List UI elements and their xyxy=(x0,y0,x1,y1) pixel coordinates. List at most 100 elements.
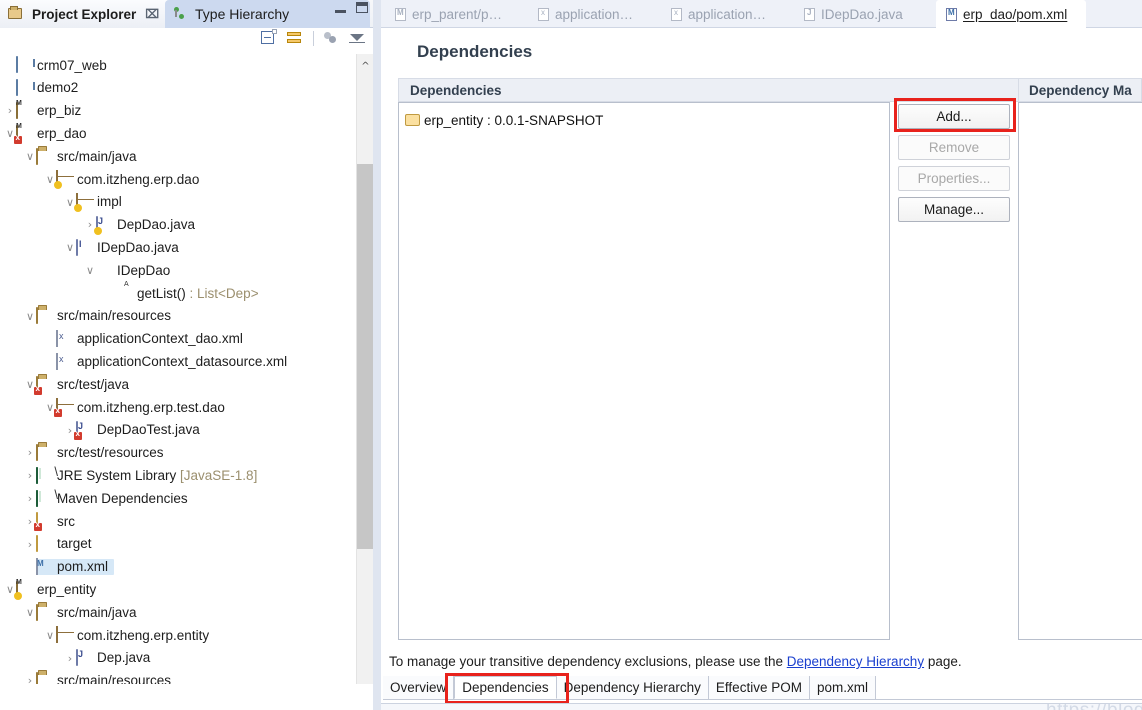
tree-item[interactable]: ›DepDaoTest.java xyxy=(0,419,356,442)
pane-splitter[interactable] xyxy=(373,0,381,710)
tree-item[interactable]: ∨erp_entity xyxy=(0,578,356,601)
manage-dependencies-button[interactable]: Manage... xyxy=(898,197,1010,222)
collapse-all-icon[interactable] xyxy=(261,29,278,47)
note-suffix: page. xyxy=(924,654,962,669)
tree-item[interactable]: ∨ IDepDao xyxy=(0,259,356,282)
editor-tab[interactable]: IDepDao.java xyxy=(794,0,920,28)
tree-item[interactable]: › Dep.java xyxy=(0,647,356,670)
scroll-up-arrow-icon[interactable]: ^ xyxy=(357,54,374,78)
tree-item[interactable]: crm07_web xyxy=(0,54,356,77)
tree-item[interactable]: ∨ src/main/java xyxy=(0,601,356,624)
tree-expand-arrow[interactable]: › xyxy=(24,470,36,481)
view-tab-label: Type Hierarchy xyxy=(195,6,290,22)
tree-item[interactable]: ›src xyxy=(0,510,356,533)
bottom-view-tabbar: https://blog.csdn.net/qq_44757034 Marker… xyxy=(381,703,1142,710)
eclipse-ide-window: Project Explorer ⌧ Type Hierarchy crm07_… xyxy=(0,0,1142,710)
tree-item[interactable]: ∨ com.itzheng.erp.entity xyxy=(0,624,356,647)
tree-item-label: crm07_web xyxy=(37,57,107,73)
tree-item-label: demo2 xyxy=(37,80,79,96)
tree-expand-arrow[interactable]: ∨ xyxy=(44,630,56,641)
tree-expand-arrow[interactable]: › xyxy=(24,493,36,504)
tree-item[interactable]: demo2 xyxy=(0,77,356,100)
dependencies-list[interactable]: erp_entity : 0.0.1-SNAPSHOT xyxy=(398,102,890,640)
dependencies-section-title: Dependencies xyxy=(410,82,502,98)
tree-item[interactable]: › target xyxy=(0,533,356,556)
tree-expand-arrow[interactable]: ∨ xyxy=(84,265,96,276)
tree-item[interactable]: ∨ impl xyxy=(0,191,356,214)
view-tab-project-explorer[interactable]: Project Explorer ⌧ xyxy=(0,0,168,28)
tree-expand-arrow[interactable]: ∨ xyxy=(64,242,76,253)
dependency-label: erp_entity : 0.0.1-SNAPSHOT xyxy=(424,112,604,128)
page-tab[interactable]: Effective POM xyxy=(708,676,810,699)
tree-expand-arrow[interactable]: ∨ xyxy=(24,151,36,162)
close-icon[interactable]: ⌧ xyxy=(145,7,159,21)
dependency-management-title: Dependency Ma xyxy=(1029,82,1132,98)
tree-item[interactable]: getList() : List<Dep> xyxy=(0,282,356,305)
method-icon xyxy=(116,285,134,301)
project-tree[interactable]: crm07_webdemo2›erp_biz∨erp_dao∨src/main/… xyxy=(0,54,356,710)
pane-bottom-filler xyxy=(0,684,374,710)
xml-file-icon xyxy=(671,7,682,21)
package-warning-icon xyxy=(74,193,94,213)
tree-item[interactable]: ∨ com.itzheng.erp.dao xyxy=(0,168,356,191)
tree-item[interactable]: applicationContext_datasource.xml xyxy=(0,350,356,373)
tree-item[interactable]: ∨src/test/java xyxy=(0,373,356,396)
tree-item[interactable]: ∨ src/main/java xyxy=(0,145,356,168)
tree-item[interactable]: pom.xml xyxy=(0,556,356,579)
view-menu-dots-icon[interactable] xyxy=(323,30,340,47)
view-menu-triangle-icon[interactable] xyxy=(349,30,366,47)
scroll-thumb[interactable] xyxy=(357,164,374,549)
tree-item[interactable]: applicationContext_dao.xml xyxy=(0,328,356,351)
tree-expand-arrow[interactable]: › xyxy=(64,653,76,664)
transitive-exclusions-note: To manage your transitive dependency exc… xyxy=(389,654,1134,669)
tree-expand-arrow[interactable]: ∨ xyxy=(24,311,36,322)
tree-item[interactable]: ›DepDao.java xyxy=(0,214,356,237)
tree-item-label: com.itzheng.erp.test.dao xyxy=(77,399,225,415)
dependency-list-item[interactable]: erp_entity : 0.0.1-SNAPSHOT xyxy=(399,109,889,131)
tree-item-label: JRE System Library [JavaSE-1.8] xyxy=(57,467,258,483)
remove-dependency-button: Remove xyxy=(898,135,1010,160)
source-folder-icon xyxy=(36,603,54,621)
minimize-icon[interactable] xyxy=(335,10,346,13)
dependency-management-list[interactable] xyxy=(1018,102,1142,640)
tree-item-suffix: [JavaSE-1.8] xyxy=(176,467,258,483)
tree-item-label: erp_dao xyxy=(37,126,87,142)
tree-item[interactable]: ∨ IDepDao.java xyxy=(0,236,356,259)
tree-item-label: src/main/resources xyxy=(57,308,172,324)
editor-tab[interactable]: application… xyxy=(661,0,779,28)
java-file-warning-icon xyxy=(94,215,114,235)
view-tab-label: Project Explorer xyxy=(32,6,137,22)
page-tab[interactable]: Dependency Hierarchy xyxy=(556,676,709,699)
tree-item-label: src/main/java xyxy=(57,148,137,164)
tree-expand-arrow[interactable]: ∨ xyxy=(24,607,36,618)
folder-error-icon xyxy=(34,512,54,532)
dependency-hierarchy-link[interactable]: Dependency Hierarchy xyxy=(787,654,924,669)
tree-item[interactable]: › erp_biz xyxy=(0,100,356,123)
tree-item[interactable]: ∨erp_dao xyxy=(0,122,356,145)
tree-expand-arrow[interactable]: › xyxy=(4,105,16,116)
page-tab[interactable]: Overview xyxy=(383,676,455,699)
java-file-icon xyxy=(804,7,815,21)
tree-item[interactable]: ∨ src/main/resources xyxy=(0,305,356,328)
tree-item-suffix: : List<Dep> xyxy=(185,285,259,301)
tree-expand-arrow[interactable]: › xyxy=(24,447,36,458)
tree-item[interactable]: ∨com.itzheng.erp.test.dao xyxy=(0,396,356,419)
source-folder-error-icon xyxy=(34,375,54,395)
editor-tab[interactable]: application… xyxy=(528,0,646,28)
tree-item-label: com.itzheng.erp.entity xyxy=(77,627,210,643)
tree-item[interactable]: › Maven Dependencies xyxy=(0,487,356,510)
tree-item[interactable]: › src/test/resources xyxy=(0,442,356,465)
java-file-icon xyxy=(76,649,94,667)
maximize-icon[interactable] xyxy=(356,2,368,13)
project-tree-scrollbar[interactable]: ^ xyxy=(356,54,374,710)
editor-tab[interactable]: erp_dao/pom.xml xyxy=(936,0,1086,28)
tree-expand-arrow[interactable]: › xyxy=(24,539,36,550)
link-with-editor-icon[interactable] xyxy=(287,30,304,47)
tree-item-label: IDepDao.java xyxy=(97,240,179,256)
page-tab[interactable]: pom.xml xyxy=(809,676,876,699)
editor-tab[interactable]: erp_parent/p… xyxy=(385,0,513,28)
tree-item-label: getList() : List<Dep> xyxy=(137,285,259,301)
project-explorer-toolbar xyxy=(0,28,374,54)
tree-item-label: impl xyxy=(97,194,122,210)
tree-item[interactable]: › JRE System Library [JavaSE-1.8] xyxy=(0,464,356,487)
